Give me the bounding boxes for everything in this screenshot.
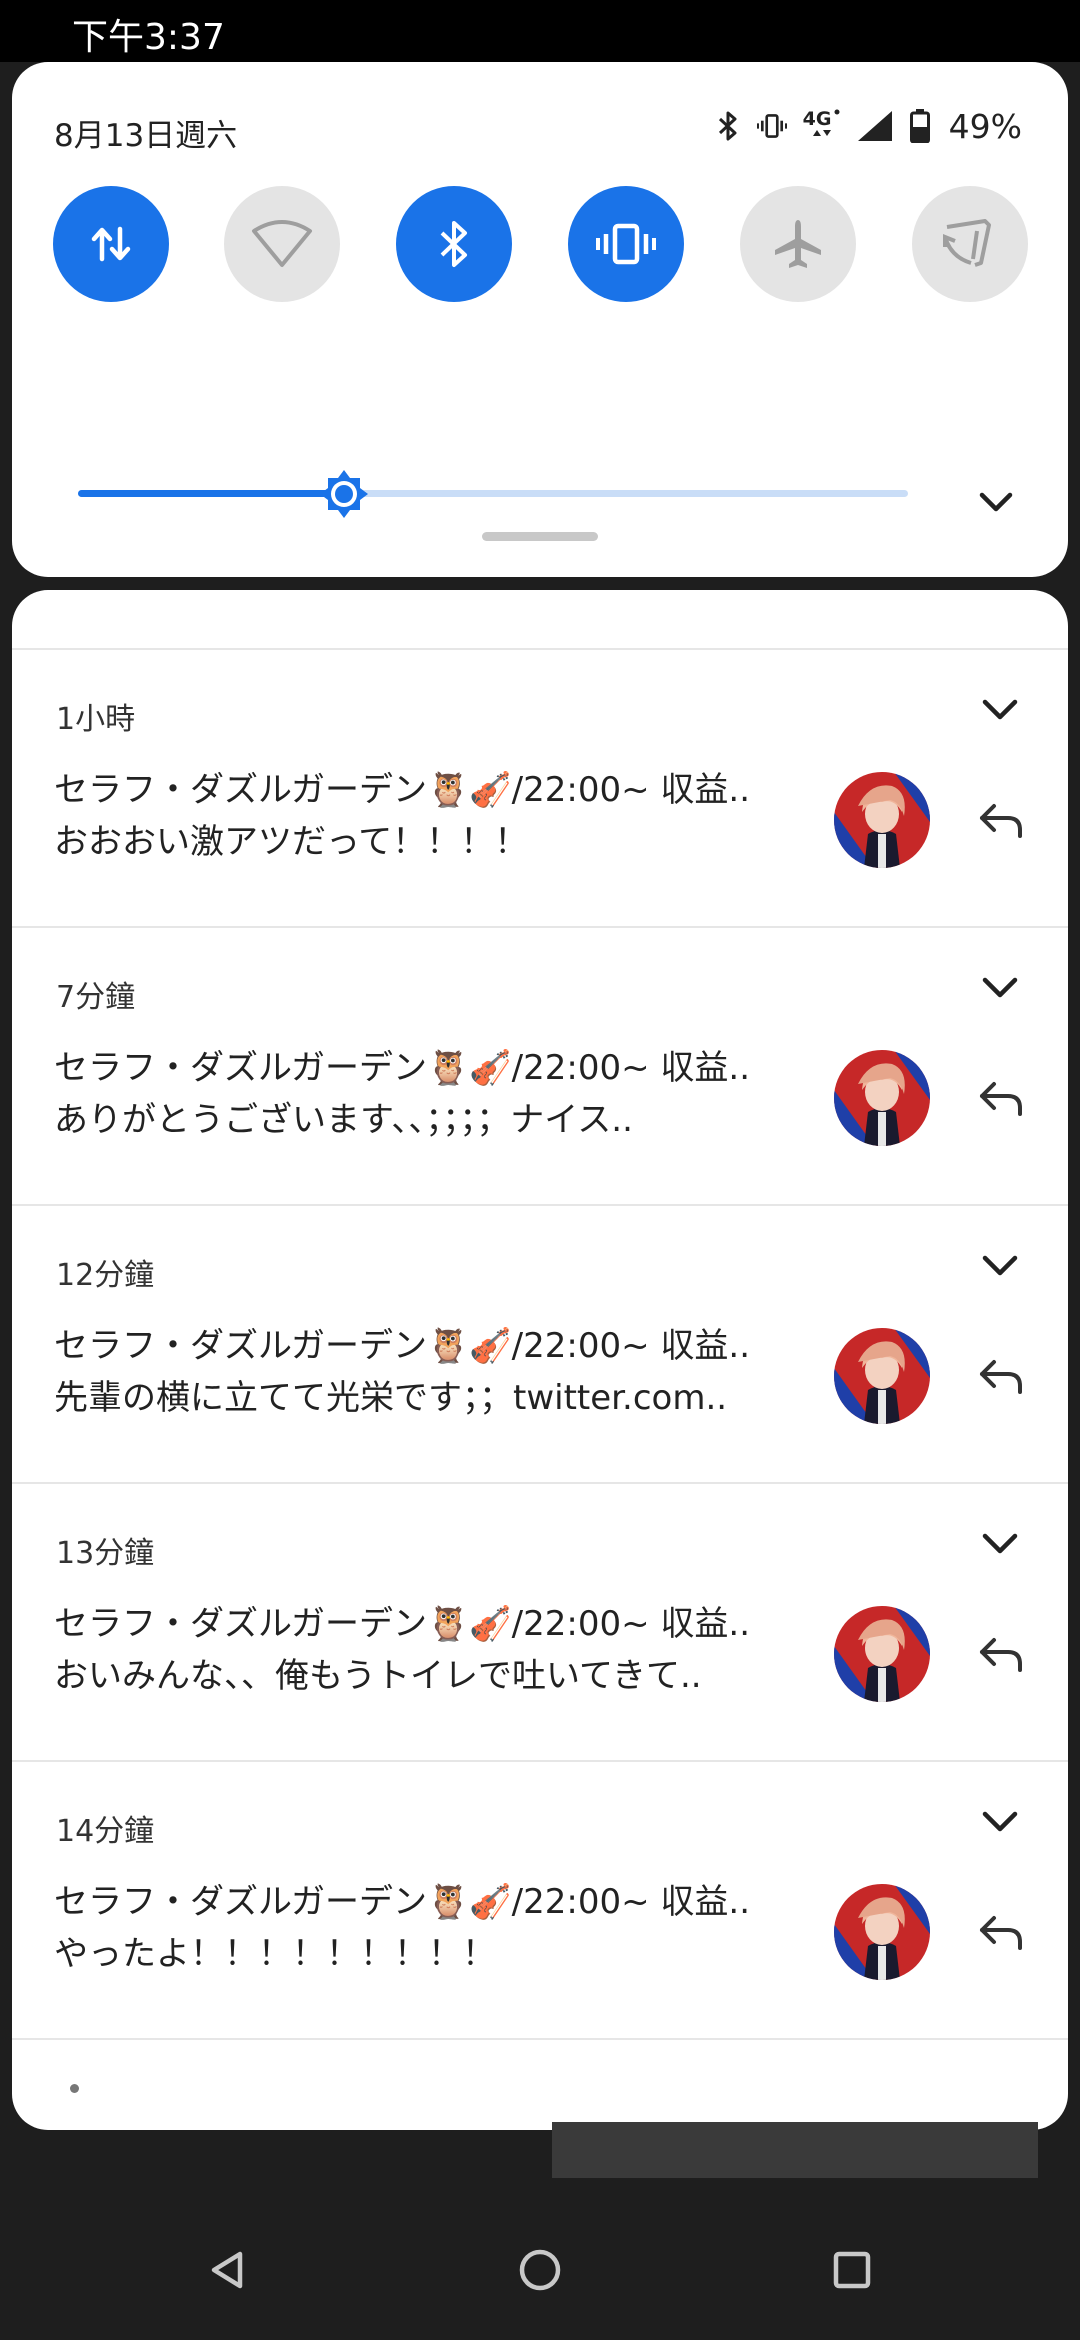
avatar-image <box>834 772 930 868</box>
qs-status-icons: 4G 49% <box>713 106 1022 146</box>
avatar <box>834 1050 930 1146</box>
chevron-down-icon <box>979 492 1013 512</box>
background-app-banner <box>552 2122 1038 2178</box>
notification-title: セラフ・ダズルガーデン🦉🎻/22:00~ 収益.. <box>54 770 750 810</box>
tile-wifi[interactable] <box>224 186 340 302</box>
brightness-slider[interactable] <box>78 470 908 518</box>
status-time: 下午3:37 <box>72 17 225 58</box>
notification-time: 7分鐘 <box>56 980 136 1015</box>
recents-button[interactable] <box>822 2240 882 2300</box>
notification-item[interactable]: 12分鐘 セラフ・ダズルガーデン🦉🎻/22:00~ 収益.. 先輩の横に立てて光… <box>12 1206 1068 1484</box>
notification-title: セラフ・ダズルガーデン🦉🎻/22:00~ 収益.. <box>54 1882 750 1922</box>
airplane-icon <box>775 220 821 268</box>
tile-vibrate[interactable] <box>568 186 684 302</box>
reply-icon <box>980 1916 1022 1950</box>
notification-item[interactable]: 1小時 セラフ・ダズルガーデン🦉🎻/22:00~ 収益.. おおおい激アツだって… <box>12 650 1068 928</box>
notification-time: 14分鐘 <box>56 1814 155 1849</box>
notification-body: ありがとうございます、、；；；；ナイス.. <box>54 1100 633 1140</box>
back-icon <box>211 2251 243 2289</box>
battery-icon <box>909 108 931 144</box>
qs-tiles <box>53 186 1043 304</box>
avatar <box>834 772 930 868</box>
expand-notification-button[interactable] <box>978 690 1022 730</box>
notification-time: 12分鐘 <box>56 1258 155 1293</box>
avatar-image <box>834 1050 930 1146</box>
notification-footer <box>12 2046 1068 2130</box>
expand-notification-button[interactable] <box>978 1246 1022 1286</box>
expand-notification-button[interactable] <box>978 1524 1022 1564</box>
tile-mobile-data[interactable] <box>53 186 169 302</box>
reply-icon <box>980 1082 1022 1116</box>
back-button[interactable] <box>198 2240 258 2300</box>
avatar <box>834 1328 930 1424</box>
expand-notification-button[interactable] <box>978 968 1022 1008</box>
vibrate-icon <box>596 223 656 265</box>
brightness-icon <box>319 470 368 518</box>
chevron-down-icon <box>982 1533 1018 1554</box>
reply-icon <box>980 804 1022 838</box>
bluetooth-icon <box>440 221 467 267</box>
notification-body: 先輩の横に立てて光栄です；；twitter.com.. <box>54 1378 728 1418</box>
signal-strength-icon <box>855 108 895 144</box>
bluetooth-status-icon <box>713 108 743 144</box>
avatar <box>834 1884 930 1980</box>
tile-airplane-mode[interactable] <box>740 186 856 302</box>
mobile-network-icon: 4G <box>801 108 841 144</box>
notification-body: やったよ！！！！！！！！！ <box>54 1934 496 1974</box>
battery-percent: 49% <box>948 106 1022 146</box>
auto-rotate-icon <box>943 219 991 267</box>
reply-button[interactable] <box>976 800 1026 840</box>
avatar <box>834 1606 930 1702</box>
notification-body: おいみんな、、俺もうトイレで吐いてきて.. <box>54 1656 702 1696</box>
avatar-image <box>834 1606 930 1702</box>
brightness-fill <box>78 490 344 497</box>
brightness-thumb[interactable] <box>318 468 370 520</box>
overflow-dot-icon <box>70 2084 79 2093</box>
chevron-down-icon <box>982 977 1018 998</box>
reply-icon <box>980 1360 1022 1394</box>
notification-item[interactable]: 14分鐘 セラフ・ダズルガーデン🦉🎻/22:00~ 収益.. やったよ！！！！！… <box>12 1762 1068 2040</box>
qs-expand-button[interactable] <box>976 482 1016 522</box>
tile-auto-rotate[interactable] <box>912 186 1028 302</box>
notification-title: セラフ・ダズルガーデン🦉🎻/22:00~ 収益.. <box>54 1326 750 1366</box>
notification-item[interactable]: 7分鐘 セラフ・ダズルガーデン🦉🎻/22:00~ 収益.. ありがとうございます… <box>12 928 1068 1206</box>
notification-body: おおおい激アツだって！！！！ <box>54 822 529 862</box>
recents-icon <box>833 2251 871 2289</box>
reply-button[interactable] <box>976 1912 1026 1952</box>
chevron-down-icon <box>982 1255 1018 1276</box>
expand-notification-button[interactable] <box>978 1802 1022 1842</box>
previous-notification-peek[interactable] <box>12 590 1068 650</box>
chevron-down-icon <box>982 1811 1018 1832</box>
navigation-bar <box>0 2200 1080 2340</box>
notification-shade: 1小時 セラフ・ダズルガーデン🦉🎻/22:00~ 収益.. おおおい激アツだって… <box>12 590 1068 2130</box>
qs-date[interactable]: 8月13日週六 <box>54 110 237 155</box>
qs-drag-handle[interactable] <box>482 532 598 541</box>
reply-button[interactable] <box>976 1078 1026 1118</box>
vibrate-status-icon <box>756 108 787 144</box>
wifi-icon <box>252 220 312 267</box>
notification-title: セラフ・ダズルガーデン🦉🎻/22:00~ 収益.. <box>54 1048 750 1088</box>
reply-icon <box>980 1638 1022 1672</box>
reply-button[interactable] <box>976 1634 1026 1674</box>
notification-item[interactable]: 13分鐘 セラフ・ダズルガーデン🦉🎻/22:00~ 収益.. おいみんな、、俺も… <box>12 1484 1068 1762</box>
avatar-image <box>834 1884 930 1980</box>
tile-bluetooth[interactable] <box>396 186 512 302</box>
home-icon <box>519 2249 561 2291</box>
avatar-image <box>834 1328 930 1424</box>
quick-settings-panel: 8月13日週六 4G 49% <box>12 62 1068 577</box>
notification-time: 1小時 <box>56 702 136 737</box>
chevron-down-icon <box>982 699 1018 720</box>
status-bar: 下午3:37 <box>0 0 1080 62</box>
notification-title: セラフ・ダズルガーデン🦉🎻/22:00~ 収益.. <box>54 1604 750 1644</box>
home-button[interactable] <box>510 2240 570 2300</box>
notification-time: 13分鐘 <box>56 1536 155 1571</box>
reply-button[interactable] <box>976 1356 1026 1396</box>
mobile-data-icon <box>91 226 131 262</box>
